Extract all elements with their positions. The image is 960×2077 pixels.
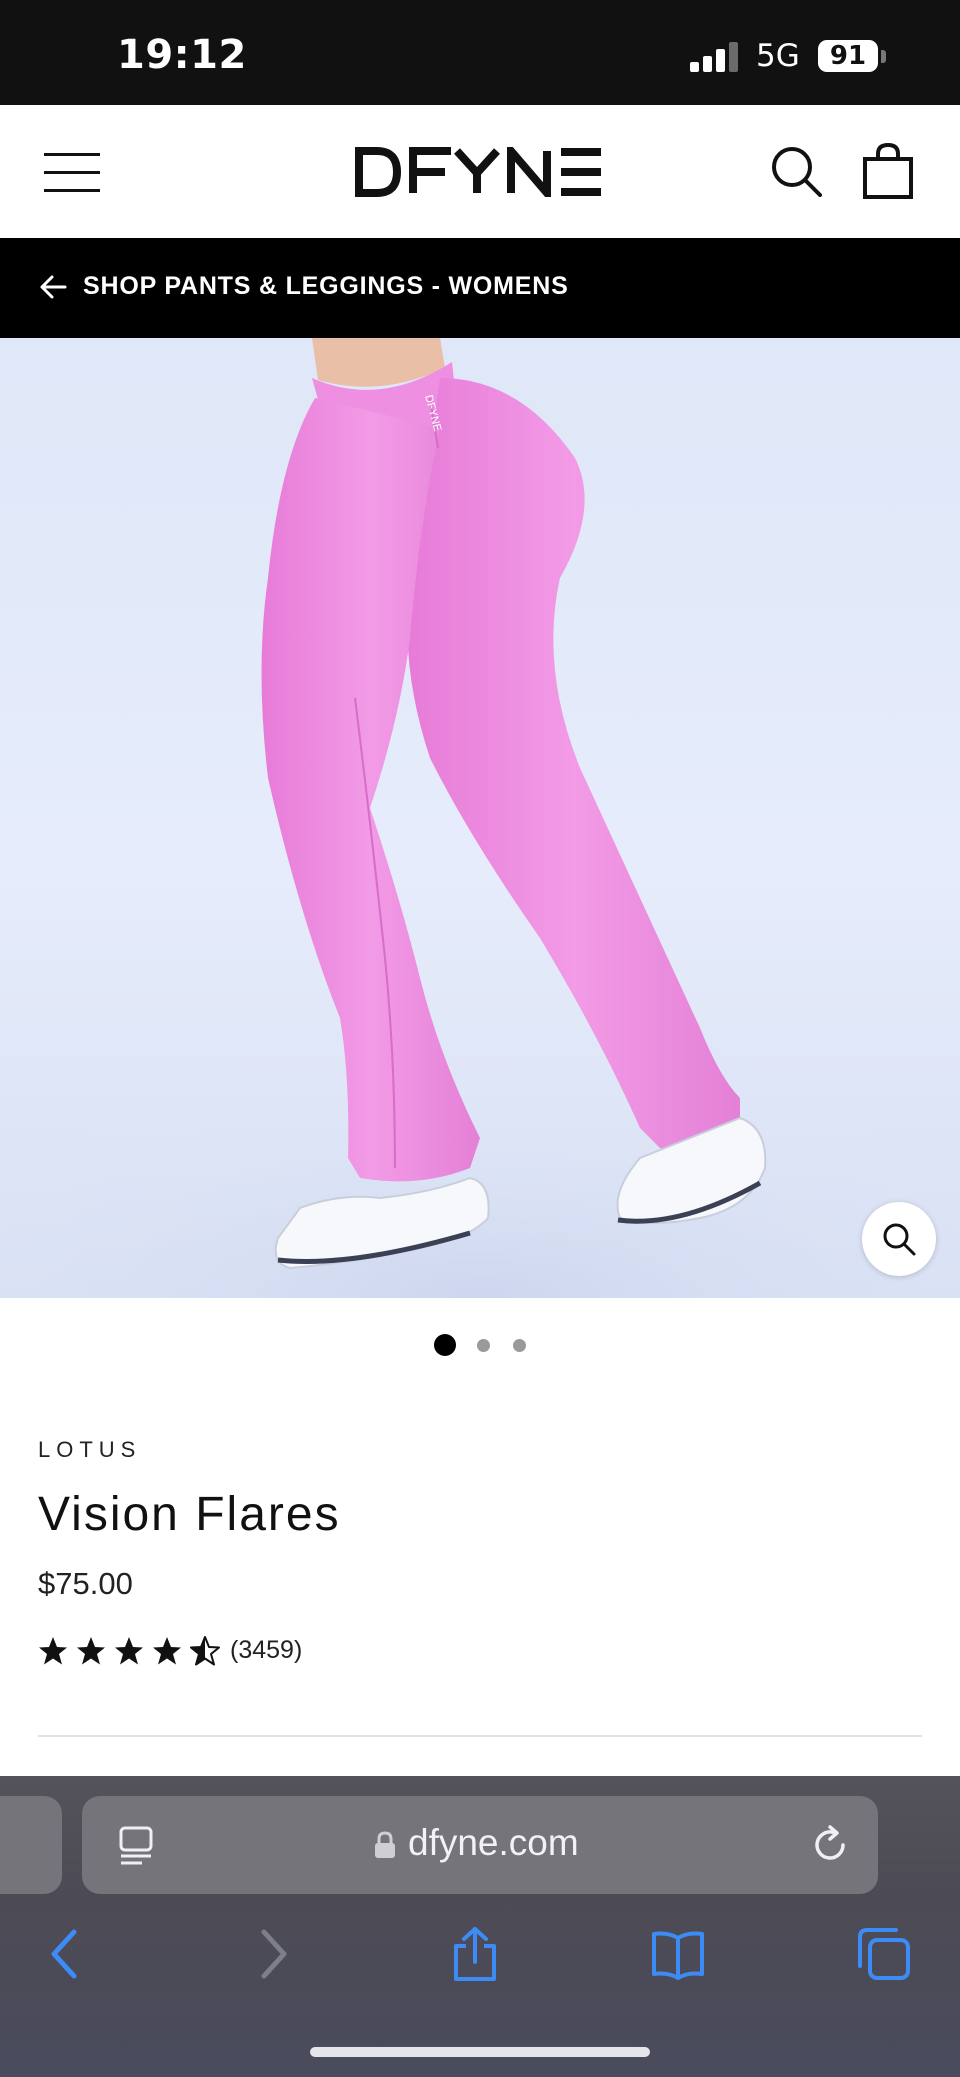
arrow-left-icon [40, 275, 67, 299]
product-vendor: LOTUS [38, 1437, 142, 1462]
back-icon[interactable] [46, 1926, 82, 1982]
carousel-dot[interactable] [477, 1339, 490, 1352]
breadcrumb[interactable]: SHOP PANTS & LEGGINGS - WOMENS [0, 238, 960, 338]
browser-toolbar: dfyne.com [0, 1776, 960, 2077]
forward-icon[interactable] [256, 1926, 292, 1982]
status-bar: 19:12 5G 91 [0, 0, 960, 105]
breadcrumb-label: SHOP PANTS & LEGGINGS - WOMENS [83, 272, 569, 300]
carousel-dots [0, 1334, 960, 1358]
reload-icon[interactable] [810, 1825, 850, 1865]
carousel-dot-active[interactable] [434, 1334, 456, 1356]
url-text[interactable]: dfyne.com [408, 1822, 579, 1864]
previous-tab-peek[interactable] [0, 1796, 62, 1894]
lock-icon [375, 1831, 395, 1858]
reader-icon[interactable] [118, 1826, 154, 1866]
bookmarks-icon[interactable] [650, 1926, 706, 1982]
site-header [0, 105, 960, 238]
tabs-icon[interactable] [856, 1926, 912, 1982]
review-count[interactable]: (3459) [230, 1636, 302, 1665]
leggings-photo: DFYNE [0, 338, 960, 1298]
dfyne-logo[interactable] [355, 147, 605, 197]
star-full-icon [153, 1637, 181, 1665]
signal-icon [690, 42, 738, 72]
product-image[interactable]: DFYNE [0, 338, 960, 1298]
star-full-icon [77, 1637, 105, 1665]
network-label: 5G [756, 38, 800, 74]
product-price: $75.00 [38, 1566, 133, 1601]
menu-icon[interactable] [44, 153, 100, 193]
star-full-icon [115, 1637, 143, 1665]
battery-level: 91 [829, 41, 867, 71]
zoom-button[interactable] [862, 1202, 936, 1276]
star-half-icon [190, 1636, 220, 1666]
home-indicator[interactable] [310, 2047, 650, 2057]
divider [38, 1735, 922, 1737]
product-title: Vision Flares [38, 1488, 341, 1541]
shopping-bag-icon[interactable] [862, 143, 914, 199]
carousel-dot[interactable] [513, 1339, 526, 1352]
battery-icon: 91 [818, 40, 878, 72]
star-full-icon [39, 1637, 67, 1665]
zoom-icon [883, 1223, 916, 1256]
address-bar[interactable]: dfyne.com [82, 1796, 878, 1894]
share-icon[interactable] [450, 1926, 500, 1982]
status-time: 19:12 [117, 32, 247, 78]
search-icon[interactable] [770, 145, 822, 197]
battery-tip [881, 50, 886, 63]
